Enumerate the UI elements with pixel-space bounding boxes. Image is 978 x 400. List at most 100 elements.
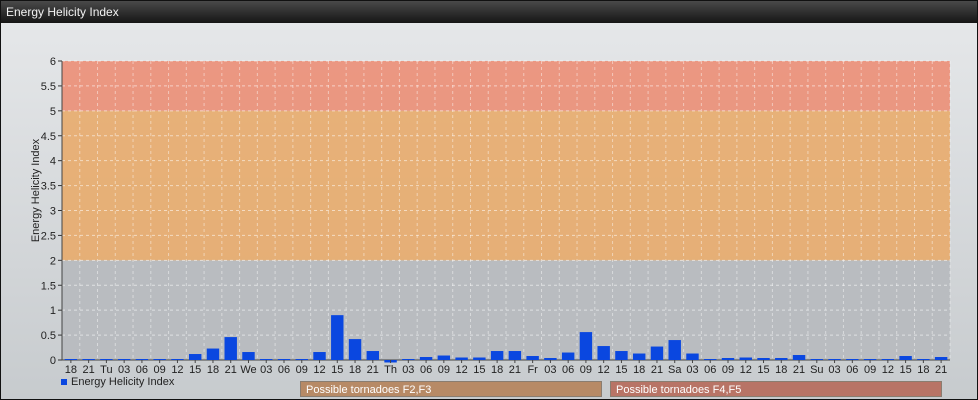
bar — [863, 359, 877, 361]
bar — [775, 358, 788, 360]
bar — [277, 359, 291, 361]
x-tick-label: 21 — [651, 364, 663, 376]
x-tick-label: 21 — [225, 364, 237, 376]
y-tick-label: 2.5 — [41, 230, 56, 242]
bar — [135, 359, 149, 361]
bar — [348, 339, 362, 360]
bar — [934, 357, 948, 360]
x-tick-label: Tu — [100, 364, 112, 376]
bar — [260, 359, 273, 361]
x-tick-label: 18 — [917, 364, 929, 376]
bar — [437, 355, 451, 360]
bar — [828, 359, 841, 361]
bar — [721, 358, 735, 360]
x-tick-label: 06 — [846, 364, 858, 376]
y-tick-label: 5 — [50, 106, 56, 118]
x-tick-label: Fr — [527, 364, 538, 376]
bar — [881, 359, 895, 361]
bar — [632, 353, 646, 360]
x-tick-label: We — [240, 364, 256, 376]
y-tick-label: 6 — [50, 56, 56, 68]
x-tick-label: 09 — [154, 364, 166, 376]
bar — [917, 359, 930, 361]
x-tick-label: 12 — [171, 364, 183, 376]
bar — [846, 359, 859, 361]
x-tick-label: 09 — [438, 364, 450, 376]
bar — [650, 346, 664, 360]
x-tick-label: 06 — [420, 364, 432, 376]
x-tick-label: 12 — [740, 364, 752, 376]
bar — [82, 359, 95, 361]
x-tick-label: 21 — [509, 364, 521, 376]
x-tick-label: 06 — [562, 364, 574, 376]
bar — [455, 357, 468, 360]
x-tick-label: 03 — [260, 364, 272, 376]
bar — [242, 352, 255, 360]
bar — [810, 359, 824, 361]
zone-label-f4-f5: Possible tornadoes F4,F5 — [610, 381, 942, 397]
x-tick-label: 12 — [455, 364, 467, 376]
y-tick-label: 0 — [50, 355, 56, 367]
x-tick-label: 03 — [686, 364, 698, 376]
legend-label: Energy Helicity Index — [71, 376, 175, 388]
chart-window: Energy Helicity Index 0 0.5 1 1.5 2 2.5 3 3.5 4 4… — [0, 0, 978, 400]
x-tick-label: 09 — [722, 364, 734, 376]
bar — [331, 315, 344, 360]
y-axis-label: Energy Helicity Index — [30, 138, 42, 242]
bar — [561, 352, 575, 360]
bar — [579, 332, 593, 360]
x-tick-label: 09 — [864, 364, 876, 376]
bar — [117, 359, 131, 361]
x-tick-label: 15 — [899, 364, 911, 376]
x-tick-label: 21 — [793, 364, 805, 376]
x-tick-label: 09 — [580, 364, 592, 376]
x-tick-label: 03 — [118, 364, 130, 376]
x-tick-label: 18 — [491, 364, 503, 376]
y-tick-label: 0.5 — [41, 330, 56, 342]
x-tick-label: Th — [384, 364, 397, 376]
x-tick-label: 18 — [65, 364, 77, 376]
chart-legend[interactable]: Energy Helicity Index — [61, 376, 174, 388]
bar — [171, 359, 184, 361]
x-tick-label: 18 — [633, 364, 645, 376]
bar — [490, 351, 504, 360]
y-tick-label: 2 — [50, 255, 56, 267]
y-tick-label: 1 — [50, 305, 56, 317]
y-tick-label: 5.5 — [41, 81, 56, 93]
x-tick-label: 15 — [615, 364, 627, 376]
bar — [668, 340, 681, 360]
x-tick-label: 18 — [775, 364, 787, 376]
bar — [899, 356, 912, 360]
chart-svg: 0 0.5 1 1.5 2 2.5 3 3.5 4 4.5 5 5.5 6 18 21 Tu 03 06 09 12 1… — [30, 56, 951, 376]
x-tick-label: 15 — [757, 364, 769, 376]
x-tick-label: 03 — [402, 364, 414, 376]
bar — [704, 359, 717, 361]
x-tick-label: 15 — [473, 364, 485, 376]
bar — [686, 353, 699, 360]
bar — [100, 359, 113, 361]
bar — [153, 359, 166, 361]
x-tick-label: Sa — [668, 364, 682, 376]
bar — [402, 359, 415, 361]
x-tick-label: 09 — [296, 364, 308, 376]
x-tick-label: 15 — [331, 364, 343, 376]
bar — [508, 351, 522, 360]
y-tick-label: 3.5 — [41, 181, 56, 193]
legend-swatch-icon — [61, 379, 67, 385]
bar — [615, 351, 628, 360]
x-tick-label: 21 — [83, 364, 95, 376]
x-tick-label: 03 — [828, 364, 840, 376]
zone-label-f2-f3: Possible tornadoes F2,F3 — [300, 381, 602, 397]
y-tick-label: 4 — [50, 156, 56, 168]
x-tick-label: 06 — [278, 364, 290, 376]
bar — [792, 355, 806, 360]
bar — [544, 358, 557, 360]
bar — [295, 359, 308, 361]
x-tick-label: Su — [810, 364, 823, 376]
bar — [739, 357, 752, 360]
y-tick-label: 4.5 — [41, 131, 56, 143]
bar — [224, 337, 237, 360]
bar — [597, 346, 610, 360]
bar — [757, 358, 770, 360]
bar — [313, 352, 326, 360]
